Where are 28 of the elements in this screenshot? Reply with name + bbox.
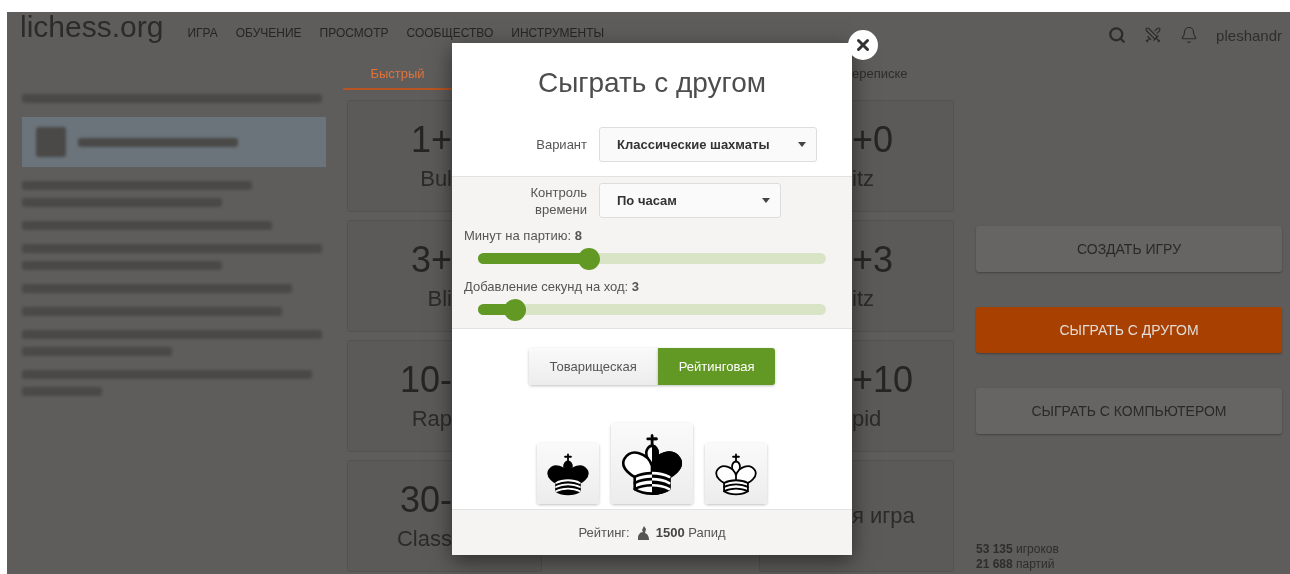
nav-link[interactable]: ПРОСМОТР: [319, 26, 389, 40]
close-icon: [854, 36, 872, 54]
time-control-select[interactable]: По часам: [599, 183, 781, 218]
king-icon: [546, 451, 590, 496]
bell-icon[interactable]: [1180, 26, 1199, 44]
slider[interactable]: [478, 298, 826, 320]
rating-label: Рейтинг:: [578, 525, 630, 540]
nav-link[interactable]: ИНСТРУМЕНТЫ: [511, 26, 605, 40]
nav-link[interactable]: СООБЩЕСТВО: [406, 26, 494, 40]
variant-select[interactable]: Классические шахматы: [599, 127, 817, 162]
action-button[interactable]: СЫГРАТЬ С КОМПЬЮТЕРОМ: [976, 388, 1282, 434]
slider[interactable]: [478, 247, 826, 269]
swords-icon[interactable]: [1144, 26, 1163, 44]
mode-toggle[interactable]: Товарищеская: [528, 348, 658, 385]
action-button[interactable]: СЫГРАТЬ С ДРУГОМ: [976, 307, 1282, 353]
nav-link[interactable]: ИГРА: [187, 26, 218, 40]
king-outline-icon: [714, 451, 758, 496]
nav-link[interactable]: ОБУЧЕНИЕ: [235, 26, 302, 40]
half-king-icon: [620, 431, 684, 496]
color-button[interactable]: [537, 443, 599, 504]
mode-toggle[interactable]: Рейтинговая: [657, 348, 776, 385]
close-button[interactable]: [848, 30, 878, 60]
action-button[interactable]: СОЗДАТЬ ИГРУ: [976, 226, 1282, 272]
search-icon[interactable]: [1108, 26, 1127, 44]
color-button[interactable]: [705, 443, 767, 504]
color-button[interactable]: [611, 423, 693, 504]
dialog-title: Сыграть с другом: [536, 66, 768, 100]
rating-value: 1500 Рапид: [655, 525, 726, 540]
